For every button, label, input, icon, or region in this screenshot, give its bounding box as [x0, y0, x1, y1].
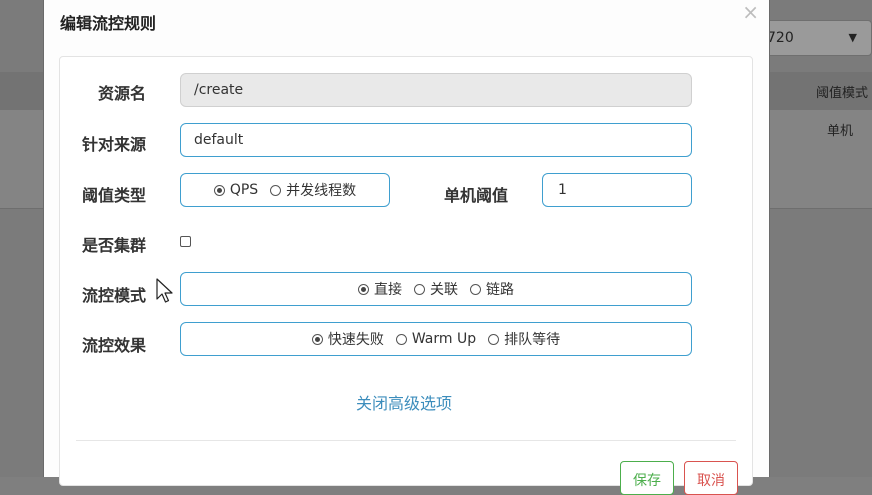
form-panel: [59, 56, 753, 486]
radio-selected-icon: [358, 283, 369, 295]
radio-direct-label: 直接: [374, 282, 402, 298]
source-input[interactable]: default: [180, 123, 692, 157]
dialog-title: 编辑流控规则: [60, 14, 157, 33]
radio-queue-wait[interactable]: 排队等待: [488, 329, 560, 349]
mouse-cursor-icon: [156, 278, 173, 303]
single-threshold-input[interactable]: 1: [542, 173, 692, 207]
flow-mode-label: 流控模式: [82, 286, 147, 305]
radio-warm-up[interactable]: Warm Up: [395, 331, 477, 347]
flow-effect-radio-group: 快速失败 Warm Up 排队等待: [180, 322, 692, 356]
resource-label: 资源名: [98, 84, 147, 103]
radio-selected-icon: [311, 333, 323, 345]
radio-unselected-icon: [395, 333, 407, 345]
flow-mode-radio-group: 直接 关联 链路: [180, 272, 692, 306]
radio-qps-label: QPS: [229, 182, 259, 198]
radio-selected-icon: [213, 184, 225, 196]
cluster-checkbox[interactable]: [180, 236, 191, 247]
radio-chain-label: 链路: [486, 282, 514, 298]
radio-associate-label: 关联: [430, 282, 458, 298]
radio-unselected-icon: [270, 184, 282, 196]
resource-input[interactable]: /create: [180, 73, 692, 107]
radio-qps[interactable]: QPS: [213, 182, 259, 198]
close-advanced-options-link[interactable]: 关闭高级选项: [356, 390, 452, 414]
source-label: 针对来源: [82, 135, 147, 154]
radio-associate[interactable]: 关联: [414, 279, 458, 299]
radio-direct[interactable]: 直接: [358, 279, 402, 299]
radio-unselected-icon: [414, 283, 425, 295]
background-select: 720 ▼: [760, 20, 872, 56]
radio-unselected-icon: [470, 283, 481, 295]
radio-concurrent-threads[interactable]: 并发线程数: [270, 180, 356, 200]
background-column-threshold-mode: 阈值模式: [815, 86, 868, 101]
background-select-value: 720: [767, 30, 794, 46]
radio-warm-up-label: Warm Up: [411, 331, 477, 347]
chevron-down-icon: ▼: [848, 31, 857, 44]
single-threshold-label: 单机阈值: [444, 186, 509, 205]
background-cell-mode: 单机: [826, 124, 853, 139]
threshold-type-label: 阈值类型: [82, 186, 147, 205]
close-icon[interactable]: ×: [742, 0, 759, 24]
radio-concurrent-threads-label: 并发线程数: [286, 183, 357, 199]
save-button[interactable]: 保存: [620, 461, 674, 495]
cluster-label: 是否集群: [82, 236, 147, 255]
radio-unselected-icon: [488, 333, 500, 345]
cancel-button[interactable]: 取消: [684, 461, 738, 495]
radio-fail-fast[interactable]: 快速失败: [311, 329, 384, 349]
radio-chain[interactable]: 链路: [470, 279, 514, 299]
radio-queue-wait-label: 排队等待: [504, 332, 561, 348]
footer-divider: [76, 440, 736, 441]
radio-fail-fast-label: 快速失败: [327, 332, 384, 348]
flow-effect-label: 流控效果: [82, 336, 147, 355]
threshold-type-radio-group: QPS 并发线程数: [180, 173, 390, 207]
